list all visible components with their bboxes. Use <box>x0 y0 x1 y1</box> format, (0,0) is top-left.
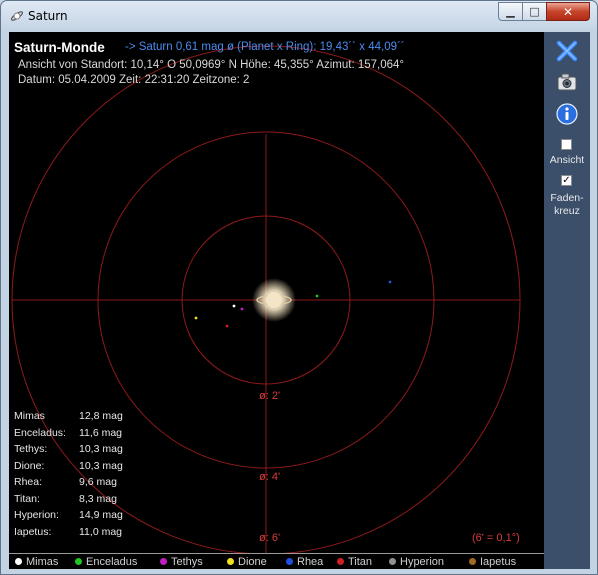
view-label: Ansicht <box>549 154 585 166</box>
legend-label: Tethys <box>171 556 203 568</box>
legend-item: Iapetus <box>469 556 516 568</box>
legend-item: Enceladus <box>75 556 137 568</box>
minimize-button[interactable]: ▁ <box>498 2 523 21</box>
maximize-button[interactable]: □ <box>522 2 547 21</box>
maximize-icon: □ <box>529 5 540 18</box>
moon-name: Hyperion: <box>14 509 59 521</box>
moon-mag: 10,3 mag <box>79 459 123 472</box>
legend-label: Dione <box>238 556 267 568</box>
ring-label-4: ø: 4' <box>259 471 281 483</box>
planet-info: -> Saturn 0,61 mag ø (Planet x Ring): 19… <box>125 41 405 53</box>
legend-label: Titan <box>348 556 373 568</box>
ring-label-6: ø: 6' <box>259 532 281 544</box>
app-icon <box>10 11 24 21</box>
window-title: Saturn <box>28 9 68 23</box>
camera-button[interactable] <box>555 70 579 94</box>
moon-name: Rhea: <box>14 476 43 488</box>
legend-dot-icon <box>15 558 22 565</box>
moon-mag: 10,3 mag <box>79 443 123 455</box>
legend-item: Tethys <box>160 556 203 568</box>
info-button[interactable] <box>555 102 579 126</box>
moon-marker-titan <box>225 324 229 328</box>
legend-dot-icon <box>160 558 167 565</box>
scale-note: (6' = 0,1°) <box>472 532 520 544</box>
legend-label: Rhea <box>297 556 324 568</box>
chart-title: Saturn-Monde <box>14 40 105 55</box>
moon-name: Iapetus: <box>14 525 52 538</box>
close-x-icon <box>556 40 578 62</box>
title-bar[interactable]: Saturn ▁ □ ✕ <box>1 1 597 32</box>
close-chart-button[interactable] <box>555 39 579 63</box>
legend-dot-icon <box>75 558 82 565</box>
crosshair-checkbox[interactable]: ✓ <box>561 175 572 186</box>
legend-item: Mimas <box>15 556 58 568</box>
saturn-planet <box>266 292 282 308</box>
close-window-button[interactable]: ✕ <box>546 2 590 21</box>
datetime-info: Datum: 05.04.2009 Zeit: 22:31:20 Zeitzon… <box>18 74 250 86</box>
moon-mag: 9,6 mag <box>79 476 117 488</box>
minimize-icon: ▁ <box>506 5 515 18</box>
moon-mag: 14,9 mag <box>79 509 123 521</box>
moon-name: Titan: <box>14 492 40 505</box>
location-info: Ansicht von Standort: 10,14° O 50,0969° … <box>18 59 405 71</box>
moon-marker-mimas <box>232 304 236 308</box>
legend-dot-icon <box>337 558 344 565</box>
moon-mag: 11,6 mag <box>79 426 122 439</box>
close-icon: ✕ <box>562 4 574 19</box>
moon-mag: 8,3 mag <box>79 492 117 505</box>
sidebar: Ansicht ✓ Faden- kreuz <box>544 32 590 569</box>
color-legend: Mimas Enceladus Tethys Dione Rhea Titan … <box>9 553 544 570</box>
legend-item: Hyperion <box>389 556 444 568</box>
saturn-window: Saturn ▁ □ ✕ Saturn-Monde -> Saturn 0,61… <box>0 0 598 575</box>
moon-marker-rhea <box>388 280 392 284</box>
crosshair-label-line1: Faden- <box>550 192 584 204</box>
legend-item: Dione <box>227 556 267 568</box>
crosshair-label-line2: kreuz <box>554 205 580 217</box>
moon-name: Mimas <box>14 410 45 422</box>
legend-item: Titan <box>337 556 372 568</box>
moon-marker-dione <box>194 316 198 320</box>
ring-label-2: ø: 2' <box>259 390 281 402</box>
legend-dot-icon <box>469 558 476 565</box>
legend-dot-icon <box>389 558 396 565</box>
info-icon <box>556 103 578 125</box>
legend-label: Mimas <box>26 556 59 568</box>
moon-name: Enceladus: <box>14 426 66 439</box>
moon-marker-tethys <box>240 307 244 311</box>
legend-label: Hyperion <box>400 556 445 568</box>
moon-marker-enceladus <box>315 294 319 298</box>
moon-name: Tethys: <box>14 443 48 455</box>
legend-dot-icon <box>286 558 293 565</box>
view-checkbox[interactable] <box>561 139 572 150</box>
moon-mag: 11,0 mag <box>79 525 122 538</box>
legend-item: Rhea <box>286 556 323 568</box>
moon-mag: 12,8 mag <box>79 410 123 422</box>
client-area: Saturn-Monde -> Saturn 0,61 mag ø (Plane… <box>9 32 590 569</box>
legend-dot-icon <box>227 558 234 565</box>
moon-chart[interactable]: Saturn-Monde -> Saturn 0,61 mag ø (Plane… <box>9 32 544 569</box>
moon-name: Dione: <box>14 459 45 472</box>
legend-label: Enceladus <box>86 556 138 568</box>
legend-label: Iapetus <box>480 556 517 568</box>
camera-icon <box>557 73 577 91</box>
